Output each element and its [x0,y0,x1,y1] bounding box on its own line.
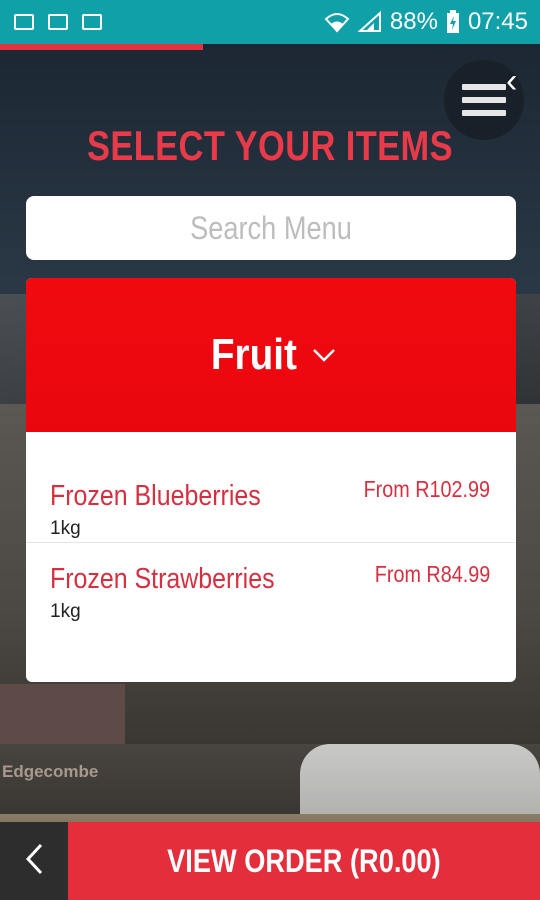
back-button[interactable] [0,822,68,900]
bottom-bar: VIEW ORDER (R0.00) [0,822,540,900]
status-notifications [0,14,102,30]
category-selector[interactable]: Fruit [26,278,516,432]
menu-card: Fruit Frozen Blueberries 1kg From R102.9… [26,278,516,682]
clock: 07:45 [467,8,528,35]
search-box[interactable] [26,196,516,260]
menu-chevron-icon[interactable]: ‹ [506,64,517,98]
browser-icon [82,14,102,30]
mail-icon [48,14,68,30]
bg-sign-text: Edgecombe [2,762,99,781]
page-title: SELECT YOUR ITEMS [86,122,454,169]
item-size: 1kg [50,518,81,539]
category-name: Fruit [210,330,298,379]
view-order-label: VIEW ORDER (R0.00) [167,842,441,879]
status-system: 88% 07:45 [324,8,540,36]
image-icon [14,14,34,30]
wifi-icon [324,11,350,33]
progress-strip [0,44,203,50]
search-input[interactable] [62,208,480,248]
item-price: From R102.99 [363,476,490,502]
battery-percent: 88% [389,8,438,35]
battery-charging-icon [446,10,460,34]
item-price: From R84.99 [374,561,490,587]
item-size: 1kg [50,601,81,622]
bg-sign [0,684,125,744]
item-name: Frozen Strawberries [50,563,275,595]
item-name: Frozen Blueberries [50,480,261,512]
list-item[interactable]: Frozen Strawberries 1kg From R84.99 [26,543,516,653]
signal-icon [357,11,382,33]
view-order-button[interactable]: VIEW ORDER (R0.00) [68,822,540,900]
chevron-down-icon [311,347,337,363]
status-bar: 88% 07:45 [0,0,540,44]
list-item[interactable]: Frozen Blueberries 1kg From R102.99 [26,432,516,543]
app-screen: Edgecombe 88% 07:45 ‹ SELECT YOUR ITEMS … [0,0,540,900]
hamburger-icon [462,77,506,123]
chevron-left-icon [23,842,45,881]
